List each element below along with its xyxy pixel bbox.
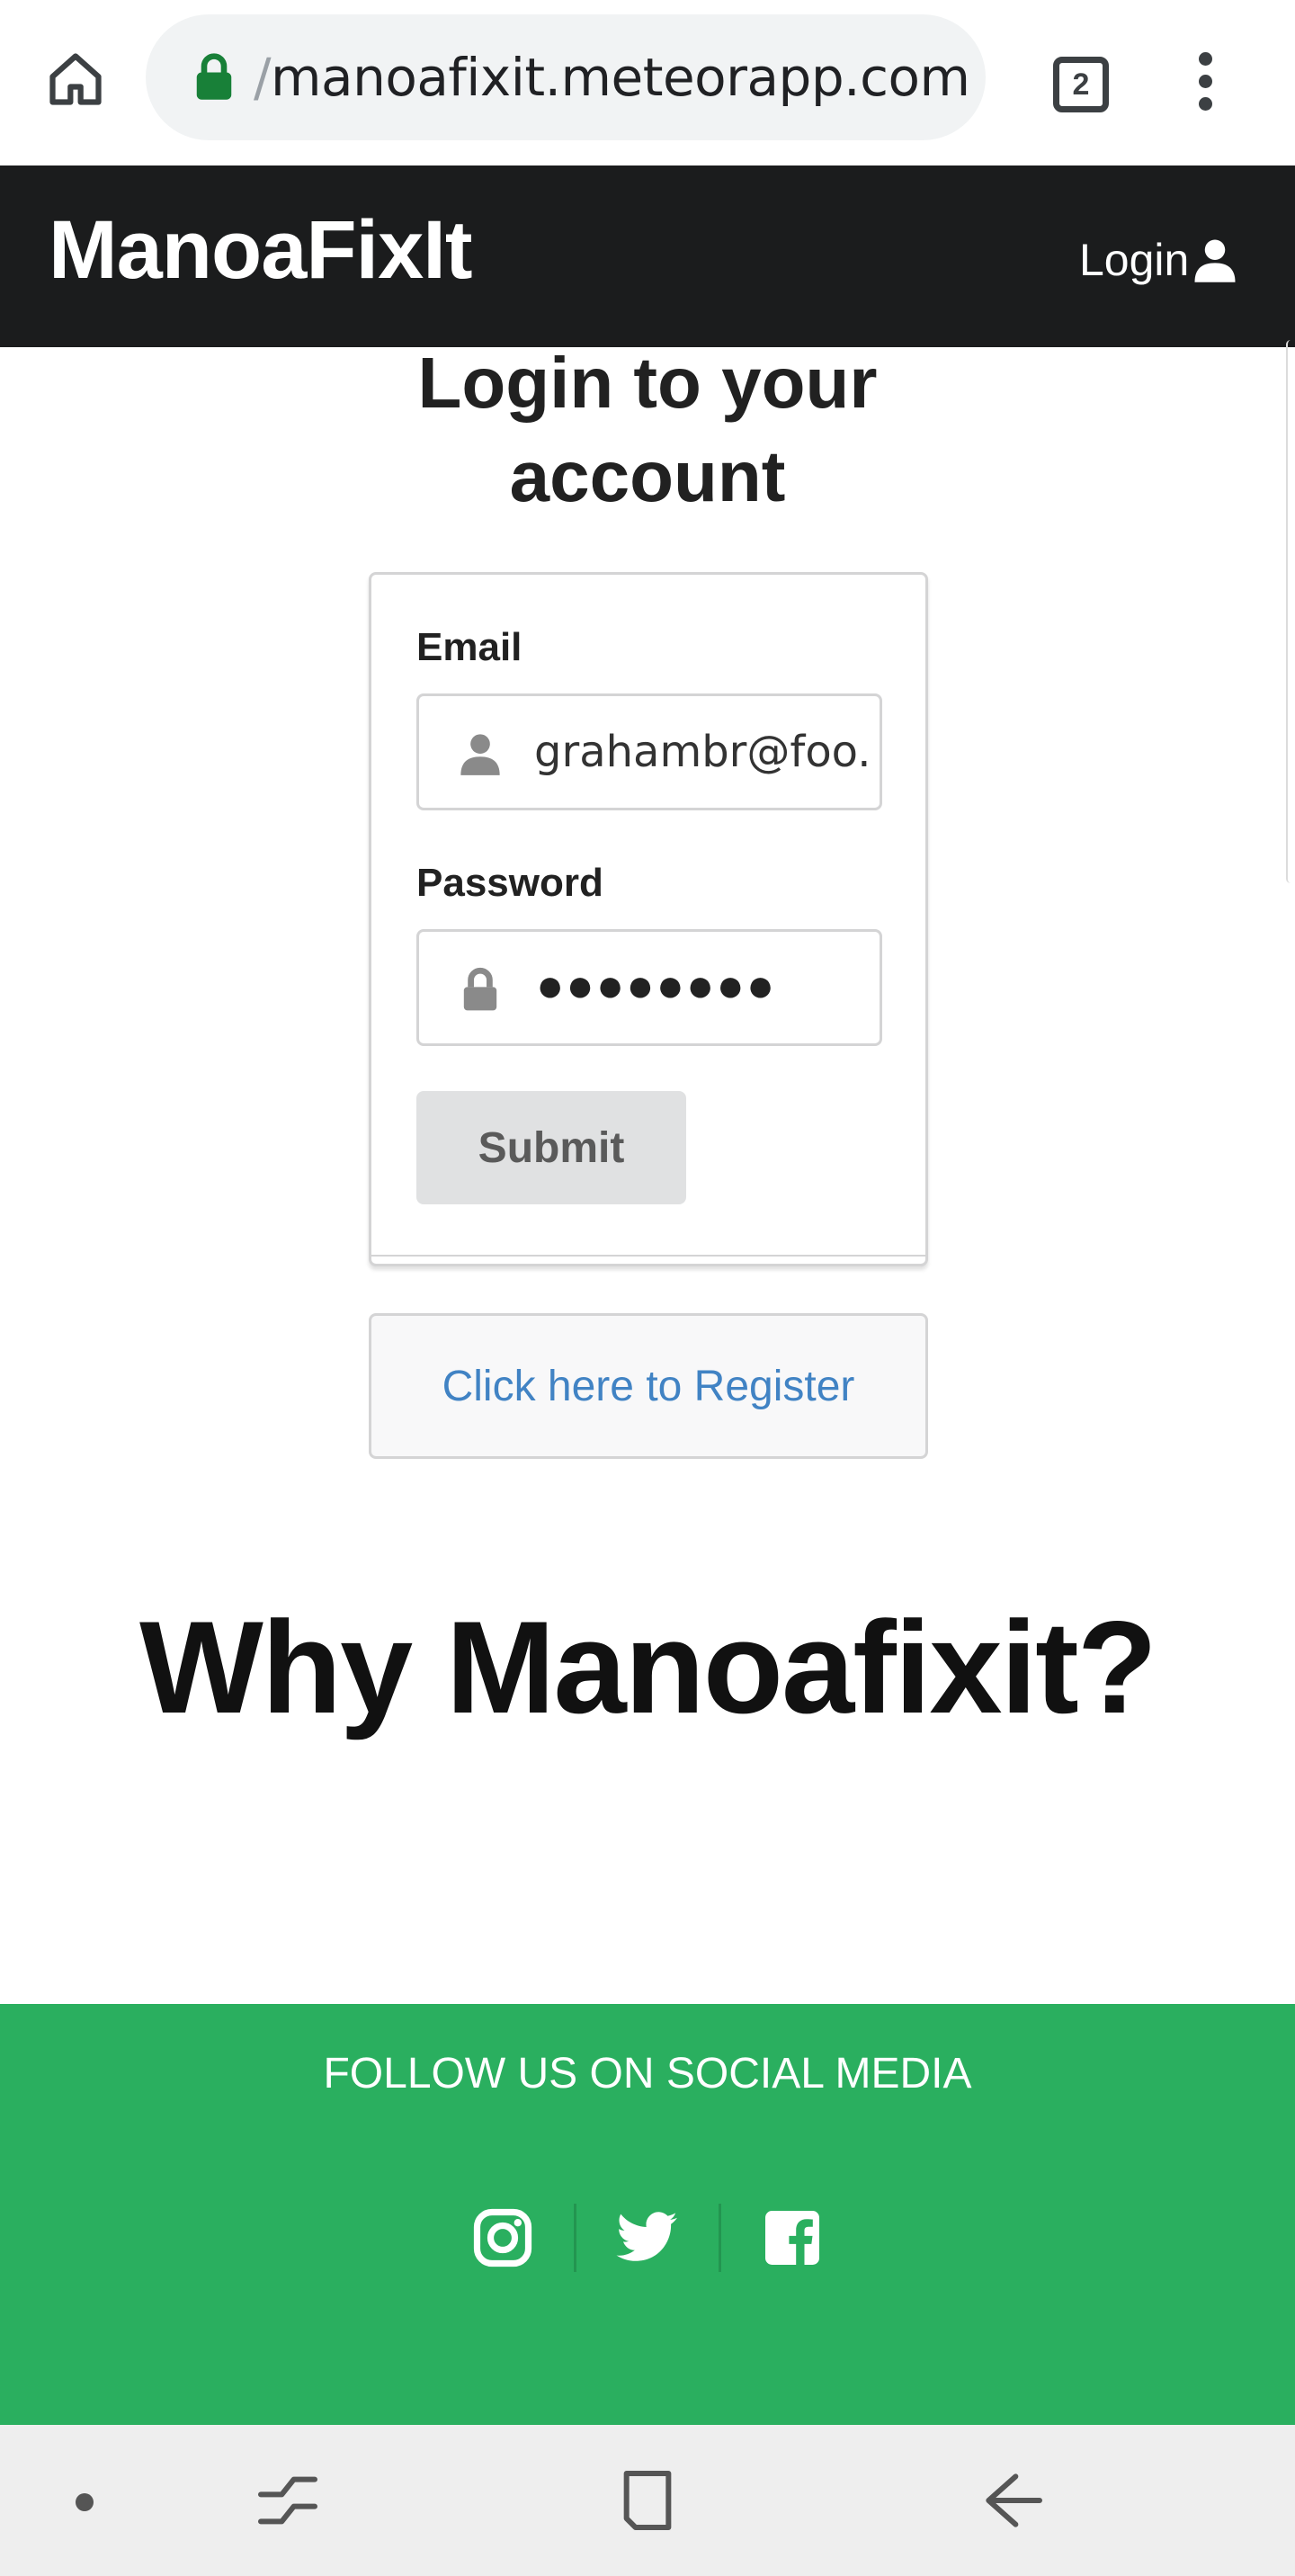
instagram-link[interactable] [432,2193,574,2283]
home-nav-button[interactable] [612,2464,683,2536]
back-button[interactable] [977,2464,1049,2536]
recent-apps-button[interactable] [252,2464,324,2536]
register-message: Click here to Register [369,1313,928,1459]
address-bar[interactable]: /manoafixit.meteorapp.com [146,14,986,140]
dot-icon [76,2493,94,2511]
site-navbar: ManoaFixIt Login [0,165,1295,347]
browser-toolbar: /manoafixit.meteorapp.com 2 [0,0,1295,165]
nav-login-link[interactable]: Login [1079,228,1239,291]
divider [371,1255,925,1257]
tab-count: 2 [1053,57,1109,112]
user-icon [1194,239,1236,282]
password-field[interactable]: ●●●●●●●● [416,929,882,1046]
login-form: Email Password ●●●●●●●● Submit [369,572,928,1266]
password-label: Password [416,861,603,905]
url-text: /manoafixit.meteorapp.com [254,47,970,108]
submit-button[interactable]: Submit [416,1091,686,1204]
page-title: Login to your account [417,343,878,516]
facebook-link[interactable] [721,2193,863,2283]
menu-dot-icon [1198,74,1212,88]
facebook-icon [764,2211,819,2265]
nav-login-label: Login [1079,235,1190,285]
twitter-link[interactable] [576,2193,719,2283]
menu-dot-icon [1198,51,1212,66]
menu-dot-icon [1198,96,1212,111]
follow-text: FOLLOW US ON SOCIAL MEDIA [323,2050,972,2097]
why-heading: Why Manoafixit? [139,1594,1157,1740]
instagram-icon [474,2208,532,2267]
tab-switcher-button[interactable]: 2 [1041,45,1121,124]
user-icon [460,734,500,775]
home-button[interactable] [36,40,115,119]
lock-icon [463,967,497,1011]
home-icon [49,53,102,105]
email-label: Email [416,625,522,669]
social-links [432,2193,863,2283]
system-navigation-bar [0,2425,1295,2576]
footer: FOLLOW US ON SOCIAL MEDIA [0,2004,1295,2425]
email-field[interactable] [534,714,867,790]
brand-logo[interactable]: ManoaFixIt [49,203,472,298]
twitter-icon [616,2212,677,2261]
register-link[interactable]: Click here to Register [442,1362,855,1411]
browser-menu-button[interactable] [1169,36,1241,126]
password-value: ●●●●●●●● [536,960,777,1012]
email-field-wrapper [416,693,882,810]
lock-icon [196,53,232,100]
